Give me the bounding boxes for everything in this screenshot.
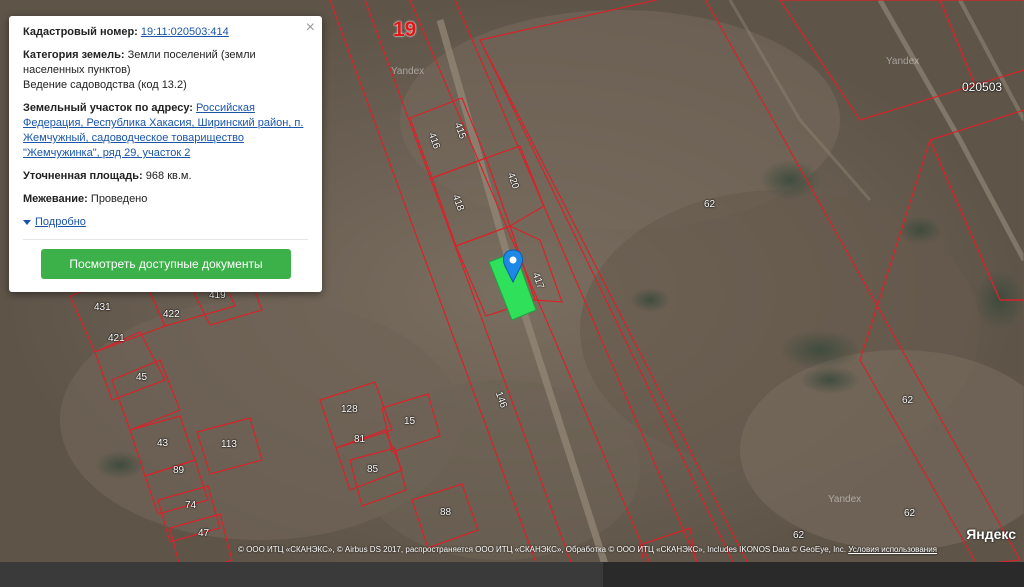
plot-label[interactable]: 85 bbox=[367, 465, 378, 475]
yandex-logo[interactable]: Яндекс bbox=[966, 526, 1016, 542]
plot-label[interactable]: 15 bbox=[404, 417, 415, 427]
plot-label[interactable]: 431 bbox=[94, 303, 111, 313]
view-documents-button[interactable]: Посмотреть доступные документы bbox=[41, 249, 291, 279]
yandex-watermark: Yandex bbox=[886, 56, 920, 67]
plot-label[interactable]: 62 bbox=[904, 509, 915, 519]
cadastral-info-popup: × Кадастровый номер: 19:11:020503:414 Ка… bbox=[9, 16, 322, 292]
address-key: Земельный участок по адресу: bbox=[23, 102, 193, 114]
cadastral-number-key: Кадастровый номер: bbox=[23, 26, 138, 38]
yandex-watermark: Yandex bbox=[828, 494, 862, 505]
area-value: 968 кв.м. bbox=[145, 170, 192, 182]
plot-label[interactable]: 113 bbox=[221, 440, 237, 450]
area-row: Уточненная площадь: 968 кв.м. bbox=[23, 169, 308, 184]
triangle-down-icon bbox=[23, 220, 31, 225]
survey-key: Межевание: bbox=[23, 193, 88, 205]
plot-label[interactable]: 62 bbox=[793, 531, 804, 541]
cadastral-number-row: Кадастровый номер: 19:11:020503:414 bbox=[23, 25, 308, 40]
details-link[interactable]: Подробно bbox=[35, 215, 86, 230]
plot-label[interactable]: 89 bbox=[173, 466, 184, 476]
area-key: Уточненная площадь: bbox=[23, 170, 143, 182]
copyright-text: © ООО ИТЦ «СКАНЭКС», © Airbus DS 2017, р… bbox=[238, 545, 846, 554]
plot-label[interactable]: 45 bbox=[136, 373, 147, 383]
plot-label[interactable]: 62 bbox=[704, 200, 715, 210]
map-view[interactable]: 19 020503 Yandex Yandex Yandex 416 415 4… bbox=[0, 0, 1024, 587]
terms-link[interactable]: Условия использования bbox=[848, 545, 937, 554]
map-copyright: © ООО ИТЦ «СКАНЭКС», © Airbus DS 2017, р… bbox=[238, 545, 937, 554]
plot-label[interactable]: 81 bbox=[354, 435, 365, 445]
popup-divider bbox=[23, 239, 308, 240]
close-icon[interactable]: × bbox=[306, 20, 315, 36]
yandex-watermark: Yandex bbox=[391, 66, 425, 77]
address-row: Земельный участок по адресу: Российская … bbox=[23, 101, 308, 161]
bottom-bar bbox=[0, 562, 1024, 587]
land-category-key: Категория земель: bbox=[23, 49, 125, 61]
survey-value: Проведено bbox=[90, 193, 148, 205]
survey-row: Межевание: Проведено bbox=[23, 192, 308, 207]
details-toggle[interactable]: Подробно bbox=[23, 215, 308, 230]
quarter-number-label: 020503 bbox=[962, 80, 1003, 94]
sheet-number-label: 19 bbox=[393, 18, 417, 41]
bottom-bar-segment bbox=[0, 562, 603, 587]
plot-label[interactable]: 47 bbox=[198, 529, 209, 539]
plot-label[interactable]: 421 bbox=[108, 334, 125, 344]
cadastral-number-link[interactable]: 19:11:020503:414 bbox=[141, 26, 229, 38]
faded-header-overlay bbox=[0, 0, 120, 16]
plot-label[interactable]: 62 bbox=[902, 396, 913, 406]
plot-label[interactable]: 43 bbox=[157, 439, 168, 449]
land-use-value: Ведение садоводства (код 13.2) bbox=[23, 79, 187, 91]
plot-label[interactable]: 422 bbox=[163, 310, 180, 320]
plot-label[interactable]: 88 bbox=[440, 508, 451, 518]
land-category-row: Категория земель: Земли поселений (земли… bbox=[23, 48, 308, 93]
plot-label[interactable]: 74 bbox=[185, 501, 196, 511]
plot-label[interactable]: 419 bbox=[209, 291, 226, 301]
plot-label[interactable]: 128 bbox=[341, 405, 358, 415]
